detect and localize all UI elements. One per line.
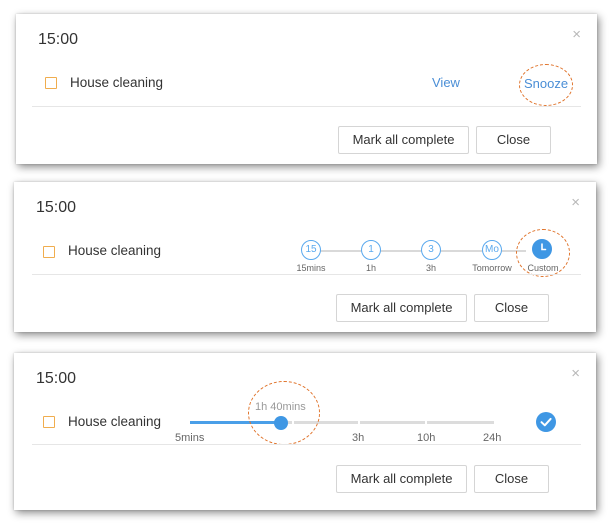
- slider-tick: [425, 421, 427, 424]
- close-button[interactable]: Close: [476, 126, 551, 154]
- close-button[interactable]: Close: [474, 465, 549, 493]
- snooze-1h-option[interactable]: 1: [361, 240, 381, 260]
- reminder-popup-snooze-link: 15:00 × House cleaning View Snooze Mark …: [16, 14, 597, 164]
- option-label-15mins: 15mins: [296, 263, 326, 273]
- snooze-custom-option[interactable]: [532, 239, 552, 259]
- slider-current-value: 1h 40mins: [255, 401, 306, 413]
- reminder-popup-custom-slider: 15:00 × House cleaning 1h 40mins 5mins 3…: [14, 353, 596, 510]
- reminder-time: 15:00: [38, 31, 79, 48]
- confirm-button[interactable]: [536, 412, 556, 432]
- slider-mark-3h: 3h: [352, 432, 365, 444]
- slider-tick: [358, 421, 360, 424]
- close-button[interactable]: Close: [474, 294, 549, 322]
- reminder-popup-snooze-options: 15:00 × House cleaning 15 15mins 1 1h 3 …: [14, 182, 596, 332]
- divider: [32, 106, 581, 107]
- slider-fill: [190, 421, 281, 424]
- task-checkbox[interactable]: [43, 246, 55, 258]
- option-label-1h: 1h: [365, 263, 376, 273]
- view-link[interactable]: View: [432, 75, 460, 90]
- slider-thumb[interactable]: [274, 416, 288, 430]
- slider-mark-24h: 24h: [483, 432, 502, 444]
- task-checkbox[interactable]: [45, 77, 57, 89]
- snooze-tomorrow-option[interactable]: Mo: [482, 240, 502, 260]
- mark-all-complete-button[interactable]: Mark all complete: [338, 126, 469, 154]
- slider-tick: [292, 421, 294, 424]
- divider: [32, 274, 581, 275]
- snooze-link[interactable]: Snooze: [524, 76, 568, 91]
- slider-mark-10h: 10h: [417, 432, 436, 444]
- reminder-time: 15:00: [36, 199, 77, 216]
- close-icon[interactable]: ×: [571, 194, 580, 211]
- snooze-3h-option[interactable]: 3: [421, 240, 441, 260]
- mark-all-complete-button[interactable]: Mark all complete: [336, 465, 467, 493]
- checkmark-icon: [540, 417, 552, 427]
- close-icon[interactable]: ×: [572, 26, 581, 43]
- clock-icon: [541, 243, 547, 251]
- option-label-custom: Custom: [527, 263, 559, 273]
- slider-min-label: 5mins: [175, 432, 205, 444]
- task-title: House cleaning: [68, 243, 162, 258]
- divider: [32, 444, 581, 445]
- task-title: House cleaning: [70, 75, 164, 90]
- mark-all-complete-button[interactable]: Mark all complete: [336, 294, 467, 322]
- option-label-3h: 3h: [425, 263, 436, 273]
- snooze-15mins-option[interactable]: 15: [301, 240, 321, 260]
